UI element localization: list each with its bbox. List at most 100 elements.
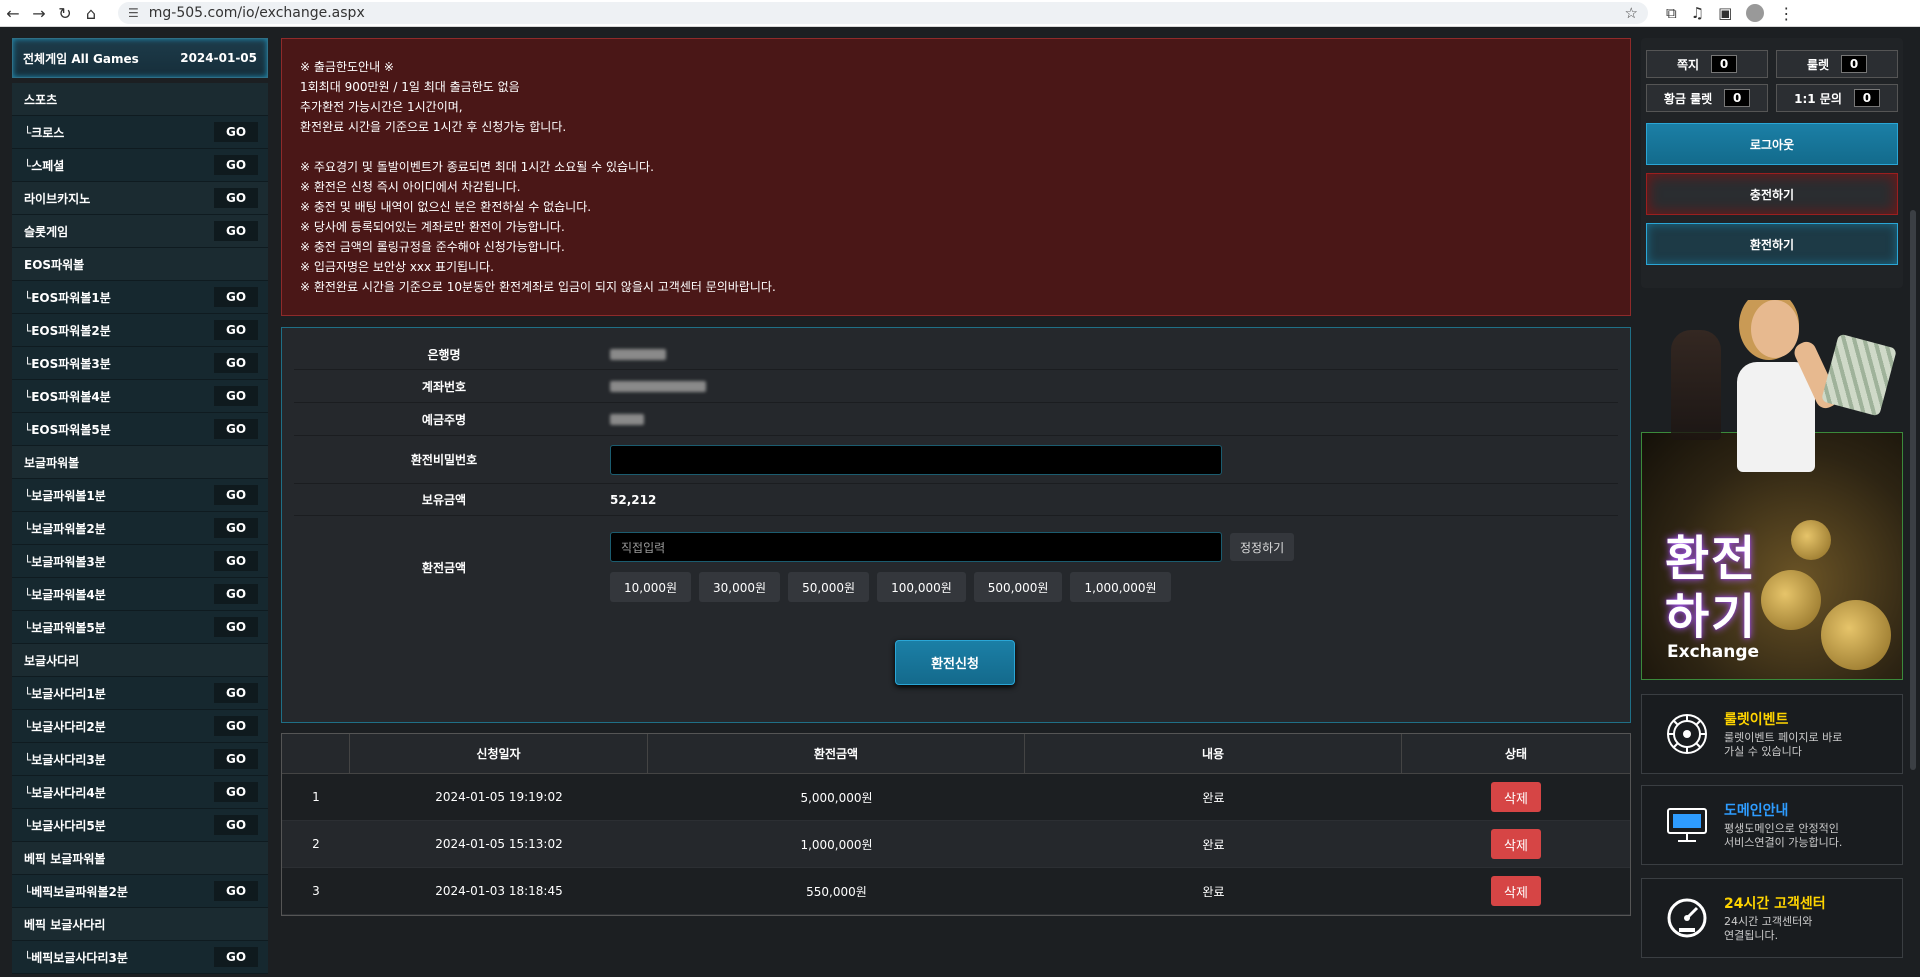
sidebar-item[interactable]: └EOS파워볼2분 GO: [12, 314, 268, 347]
delete-button[interactable]: 삭제: [1491, 876, 1541, 906]
sidebar-item[interactable]: └보글사다리1분 GO: [12, 677, 268, 710]
go-button[interactable]: GO: [214, 947, 258, 967]
amount-label: 환전금액: [421, 560, 467, 575]
row-date: 2024-01-05 15:13:02: [435, 837, 563, 851]
exchange-banner[interactable]: 환전 하기 Exchange: [1641, 300, 1903, 680]
header-no: [282, 734, 350, 773]
sidebar-item[interactable]: └보글파워볼2분 GO: [12, 512, 268, 545]
go-button[interactable]: GO: [214, 419, 258, 439]
go-button[interactable]: GO: [214, 584, 258, 604]
sidebar-item[interactable]: └EOS파워볼3분 GO: [12, 347, 268, 380]
sidebar-item[interactable]: └EOS파워볼4분 GO: [12, 380, 268, 413]
withdraw-submit-button[interactable]: 환전신청: [895, 640, 1015, 685]
sidebar-item[interactable]: 라이브카지노 GO: [12, 182, 268, 215]
delete-button[interactable]: 삭제: [1491, 782, 1541, 812]
go-button[interactable]: GO: [214, 287, 258, 307]
row-content: 완료: [1202, 884, 1225, 899]
sidebar-item[interactable]: └보글파워볼1분 GO: [12, 479, 268, 512]
sidebar-item[interactable]: 베픽 보글파워볼: [12, 842, 268, 875]
sidepanel-icon[interactable]: ▣: [1718, 4, 1732, 22]
row-status: 삭제: [1402, 868, 1630, 914]
withdraw-password-input[interactable]: [610, 444, 1222, 475]
row-status: 삭제: [1402, 774, 1630, 820]
deposit-button[interactable]: 충전하기: [1646, 173, 1898, 215]
amount-preset-button[interactable]: 1,000,000원: [1070, 572, 1171, 602]
roulette-event-card[interactable]: 룰렛이벤트 룰렛이벤트 페이지로 바로 가실 수 있습니다: [1641, 694, 1903, 774]
go-button[interactable]: GO: [214, 749, 258, 769]
bookmark-star-icon[interactable]: ☆: [1625, 4, 1638, 22]
home-icon[interactable]: ⌂: [78, 0, 104, 26]
address-bar[interactable]: ☰ mg-505.com/io/exchange.aspx ☆: [118, 2, 1648, 24]
notice-line: ※ 환전완료 시간을 기준으로 10분동안 환전계좌로 입금이 되지 않을시 고…: [300, 280, 776, 294]
go-button[interactable]: GO: [214, 188, 258, 208]
sidebar-item[interactable]: └EOS파워볼1분 GO: [12, 281, 268, 314]
gold-roulette-stat[interactable]: 황금 룰렛 0: [1646, 84, 1768, 112]
support-center-card[interactable]: 24시간 고객센터 24시간 고객센터와 연결됩니다.: [1641, 878, 1903, 958]
withdraw-button[interactable]: 환전하기: [1646, 223, 1898, 265]
notice-group-rules: ※ 주요경기 및 돌발이벤트가 종료되면 최대 1시간 소요될 수 있습니다. ※…: [300, 157, 1612, 297]
go-button[interactable]: GO: [214, 221, 258, 241]
sidebar-item[interactable]: 보글파워볼: [12, 446, 268, 479]
sidebar-item[interactable]: └보글파워볼4분 GO: [12, 578, 268, 611]
go-button[interactable]: GO: [214, 122, 258, 142]
profile-avatar[interactable]: [1746, 4, 1765, 22]
sidebar-item[interactable]: └크로스 GO: [12, 116, 268, 149]
go-button[interactable]: GO: [214, 617, 258, 637]
sidebar-item[interactable]: └보글사다리2분 GO: [12, 710, 268, 743]
amount-preset-button[interactable]: 50,000원: [788, 572, 870, 602]
back-icon[interactable]: ←: [0, 0, 26, 26]
sidebar-item[interactable]: └베픽보글파워볼2분 GO: [12, 875, 268, 908]
media-icon[interactable]: ♫: [1691, 4, 1704, 22]
domain-info-card[interactable]: 도메인안내 평생도메인으로 안정적인 서비스연결이 가능합니다.: [1641, 785, 1903, 865]
roulette-stat[interactable]: 룰렛 0: [1776, 50, 1898, 78]
sidebar-item[interactable]: 스포츠: [12, 83, 268, 116]
sidebar-item[interactable]: 베픽 보글사다리: [12, 908, 268, 941]
reload-icon[interactable]: ↻: [52, 0, 78, 26]
extensions-icon[interactable]: ⧉: [1666, 4, 1677, 22]
sidebar-item[interactable]: 슬롯게임 GO: [12, 215, 268, 248]
delete-button[interactable]: 삭제: [1491, 829, 1541, 859]
amount-input[interactable]: 직접입력: [610, 532, 1222, 562]
go-button[interactable]: GO: [214, 815, 258, 835]
go-button[interactable]: GO: [214, 386, 258, 406]
card-desc: 연결됩니다.: [1724, 929, 1779, 942]
sidebar-item[interactable]: └보글사다리5분 GO: [12, 809, 268, 842]
address-text: mg-505.com/io/exchange.aspx: [148, 5, 365, 21]
messages-stat[interactable]: 쪽지 0: [1646, 50, 1768, 78]
sidebar-item[interactable]: └EOS파워볼5분 GO: [12, 413, 268, 446]
sidebar-item[interactable]: └베픽보글사다리3분 GO: [12, 941, 268, 974]
go-button[interactable]: GO: [214, 353, 258, 373]
logout-button[interactable]: 로그아웃: [1646, 123, 1898, 165]
inquiry-stat[interactable]: 1:1 문의 0: [1776, 84, 1898, 112]
sidebar-item[interactable]: 보글사다리: [12, 644, 268, 677]
sidebar-item[interactable]: └스페셜 GO: [12, 149, 268, 182]
row-amount: 1,000,000원: [800, 837, 873, 852]
go-button[interactable]: GO: [214, 881, 258, 901]
sidebar-item[interactable]: └보글파워볼5분 GO: [12, 611, 268, 644]
go-button[interactable]: GO: [214, 320, 258, 340]
sidebar-item[interactable]: └보글사다리3분 GO: [12, 743, 268, 776]
sidebar-item[interactable]: └보글파워볼3분 GO: [12, 545, 268, 578]
sidebar-item-label: └보글사다리2분: [24, 719, 106, 734]
go-button[interactable]: GO: [214, 518, 258, 538]
amount-preset-button[interactable]: 500,000원: [973, 572, 1063, 602]
menu-dots-icon[interactable]: ⋮: [1778, 4, 1794, 23]
site-info-icon[interactable]: ☰: [128, 6, 139, 20]
go-button[interactable]: GO: [214, 683, 258, 703]
go-button[interactable]: GO: [214, 551, 258, 571]
sidebar-item[interactable]: EOS파워볼: [12, 248, 268, 281]
roulette-count: 0: [1841, 55, 1868, 73]
messages-label: 쪽지: [1676, 57, 1700, 72]
go-button[interactable]: GO: [214, 716, 258, 736]
amount-preset-button[interactable]: 10,000원: [610, 572, 692, 602]
page-scrollbar[interactable]: [1910, 210, 1916, 770]
go-button[interactable]: GO: [214, 782, 258, 802]
amount-preset-button[interactable]: 100,000원: [877, 572, 966, 602]
go-button[interactable]: GO: [214, 485, 258, 505]
amount-preset-button[interactable]: 30,000원: [699, 572, 781, 602]
go-button[interactable]: GO: [214, 155, 258, 175]
reset-amount-button[interactable]: 정정하기: [1230, 533, 1295, 561]
sidebar-item[interactable]: └보글사다리4분 GO: [12, 776, 268, 809]
forward-icon[interactable]: →: [26, 0, 52, 26]
sidebar-item-label: └보글사다리4분: [24, 785, 106, 800]
